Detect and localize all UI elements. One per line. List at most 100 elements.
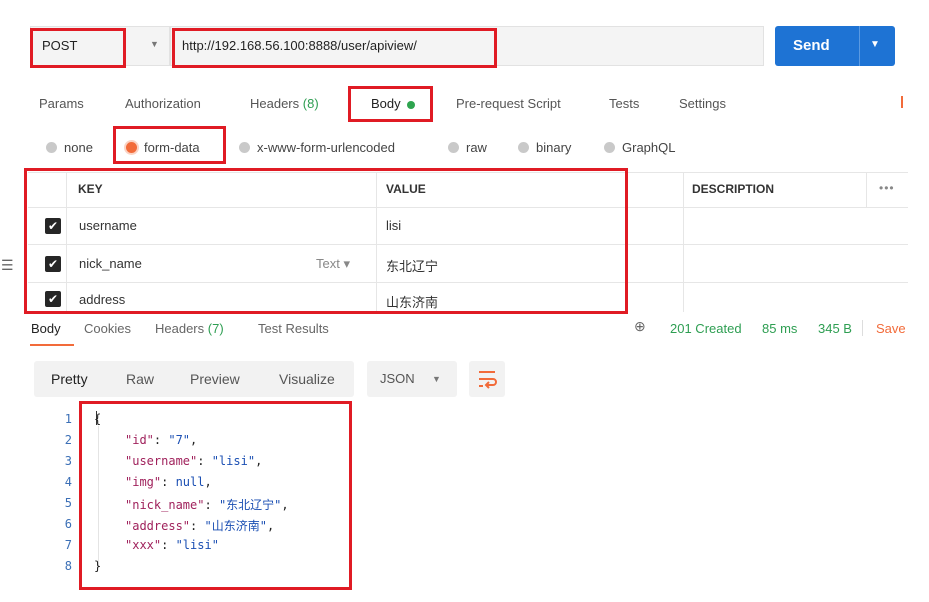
view-pretty-button[interactable]: Pretty xyxy=(51,371,88,387)
table-border xyxy=(28,282,908,283)
json-key: "address" xyxy=(125,519,191,533)
column-header-value: VALUE xyxy=(386,182,426,196)
tab-authorization[interactable]: Authorization xyxy=(125,96,201,111)
json-value: "lisi" xyxy=(211,454,256,468)
view-preview-button[interactable]: Preview xyxy=(190,371,240,387)
view-raw-button[interactable]: Raw xyxy=(126,371,154,387)
radio-circle-icon xyxy=(604,142,615,153)
radio-raw-label: raw xyxy=(466,140,487,155)
checkbox-checked-icon[interactable]: ✔ xyxy=(45,218,61,234)
line-number: 1 xyxy=(64,412,72,426)
table-border xyxy=(28,172,908,173)
overflow-indicator xyxy=(901,96,903,108)
column-header-key: KEY xyxy=(78,182,103,196)
format-label: JSON xyxy=(380,371,415,386)
param-value[interactable]: 东北辽宁 xyxy=(386,256,438,275)
code-line: "img": null, xyxy=(125,475,212,489)
response-size[interactable]: 345 B xyxy=(818,321,852,336)
radio-circle-icon xyxy=(518,142,529,153)
tab-headers-label: Headers xyxy=(250,96,300,111)
code-line: "nick_name": "东北辽宁", xyxy=(125,498,289,512)
line-number: 5 xyxy=(64,496,72,510)
response-tab-headers[interactable]: Headers (7) xyxy=(155,321,224,336)
tab-pre-request-script[interactable]: Pre-request Script xyxy=(456,96,561,111)
response-tab-cookies[interactable]: Cookies xyxy=(84,321,131,336)
drag-handle-icon[interactable]: ☰ xyxy=(1,257,14,274)
json-key: "img" xyxy=(125,475,162,489)
tab-settings[interactable]: Settings xyxy=(679,96,726,111)
save-response-button[interactable]: Save xyxy=(876,321,906,336)
radio-graphql[interactable]: GraphQL xyxy=(604,140,675,155)
radio-form-data-label: form-data xyxy=(144,140,200,155)
chevron-down-icon: ▼ xyxy=(150,39,159,49)
wrap-lines-icon xyxy=(479,371,497,389)
tab-body-label: Body xyxy=(371,96,401,111)
divider xyxy=(862,320,863,336)
line-number: 6 xyxy=(64,517,72,531)
indent-guide xyxy=(98,426,99,566)
radio-raw[interactable]: raw xyxy=(448,140,487,155)
wrap-lines-button[interactable] xyxy=(469,361,505,397)
response-tab-headers-label: Headers xyxy=(155,321,205,336)
param-value[interactable]: 山东济南 xyxy=(386,292,438,311)
send-options-caret-icon[interactable]: ▼ xyxy=(870,39,880,50)
json-key: "username" xyxy=(125,454,198,468)
code-line: "id": "7", xyxy=(125,433,198,447)
line-number: 3 xyxy=(64,454,72,468)
param-key[interactable]: nick_name xyxy=(79,256,142,271)
json-comma: , xyxy=(281,498,289,512)
radio-none-label: none xyxy=(64,140,93,155)
json-key: "nick_name" xyxy=(125,498,205,512)
radio-x-www-form-urlencoded[interactable]: x-www-form-urlencoded xyxy=(239,140,395,155)
method-label: POST xyxy=(42,38,78,53)
code-line: "username": "lisi", xyxy=(125,454,263,468)
response-tab-headers-count: (7) xyxy=(207,321,224,336)
code-brace-close: } xyxy=(94,559,102,573)
status-code[interactable]: 201 Created xyxy=(670,321,742,336)
more-options-icon[interactable]: ••• xyxy=(879,181,895,195)
tab-body[interactable]: Body xyxy=(371,96,415,111)
json-value: "7" xyxy=(168,433,191,447)
radio-binary[interactable]: binary xyxy=(518,140,571,155)
globe-icon[interactable]: ⊕ xyxy=(634,318,646,335)
checkbox-checked-icon[interactable]: ✔ xyxy=(45,256,61,272)
radio-circle-icon xyxy=(448,142,459,153)
response-tab-test-results[interactable]: Test Results xyxy=(258,321,329,336)
code-line: "xxx": "lisi" xyxy=(125,538,219,552)
body-active-dot-icon xyxy=(406,100,415,109)
radio-none[interactable]: none xyxy=(46,140,93,155)
line-number: 4 xyxy=(64,475,72,489)
send-button[interactable]: Send ▼ xyxy=(775,26,895,66)
table-border xyxy=(66,172,67,312)
radio-binary-label: binary xyxy=(536,140,572,155)
param-key[interactable]: username xyxy=(79,218,137,233)
json-value: "山东济南" xyxy=(204,519,267,533)
column-header-description: DESCRIPTION xyxy=(692,182,775,196)
checkbox-checked-icon[interactable]: ✔ xyxy=(45,291,61,307)
line-number: 8 xyxy=(64,559,72,573)
json-key: "id" xyxy=(125,433,154,447)
json-comma: , xyxy=(255,454,263,468)
url-text: http://192.168.56.100:8888/user/apiview/ xyxy=(182,38,417,53)
table-border xyxy=(376,172,377,312)
tab-params[interactable]: Params xyxy=(39,96,84,111)
send-divider xyxy=(859,26,860,66)
tab-tests[interactable]: Tests xyxy=(609,96,639,111)
radio-urlencoded-label: x-www-form-urlencoded xyxy=(257,140,395,155)
view-visualize-button[interactable]: Visualize xyxy=(279,371,335,387)
active-tab-underline xyxy=(30,344,74,346)
param-type-select[interactable]: Text ▾ xyxy=(316,256,350,272)
param-value[interactable]: lisi xyxy=(386,218,401,233)
radio-form-data[interactable]: form-data xyxy=(126,140,200,155)
table-border xyxy=(28,207,908,208)
radio-graphql-label: GraphQL xyxy=(622,140,676,155)
response-tab-body[interactable]: Body xyxy=(31,321,61,336)
table-border xyxy=(683,172,684,312)
line-number: 7 xyxy=(64,538,72,552)
param-key[interactable]: address xyxy=(79,292,125,307)
table-border xyxy=(866,172,867,207)
response-time[interactable]: 85 ms xyxy=(762,321,797,336)
tab-headers[interactable]: Headers (8) xyxy=(250,96,319,111)
chevron-down-icon: ▼ xyxy=(432,374,441,384)
radio-circle-icon xyxy=(46,142,57,153)
